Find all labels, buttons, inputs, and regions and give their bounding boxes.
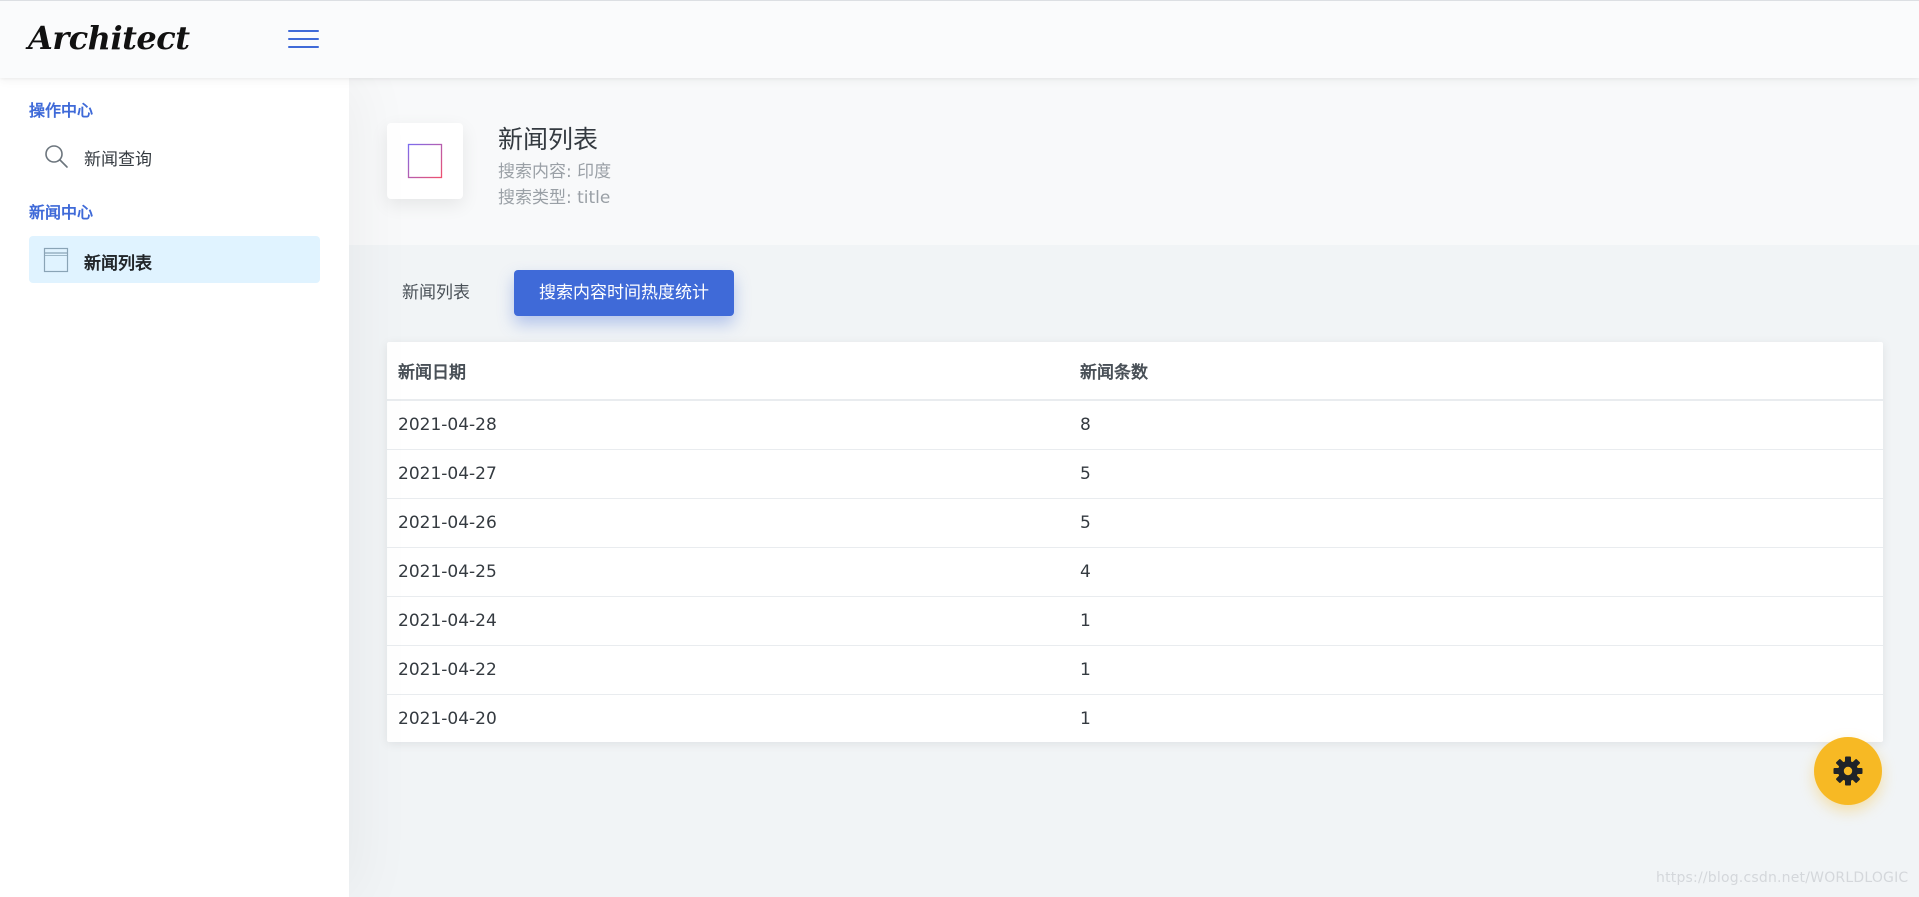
browser-window-icon <box>43 247 69 273</box>
sidebar-item-label: 新闻查询 <box>84 150 152 170</box>
watermark-text: https://blog.csdn.net/WORLDLOGIC <box>1656 870 1909 886</box>
sidebar-item-label: 新闻列表 <box>84 254 152 274</box>
hamburger-menu-icon[interactable] <box>288 29 319 51</box>
cell-date: 2021-04-20 <box>387 693 1069 742</box>
column-header-date: 新闻日期 <box>387 342 1069 401</box>
news-stats-card: 新闻日期 新闻条数 2021-04-28 8 2021-04-27 5 2021… <box>387 342 1883 742</box>
tab-search-heat-stats[interactable]: 搜索内容时间热度统计 <box>514 270 734 316</box>
cell-count: 5 <box>1069 497 1883 547</box>
cell-date: 2021-04-25 <box>387 546 1069 596</box>
page-title: 新闻列表 <box>498 125 599 154</box>
cell-date: 2021-04-26 <box>387 497 1069 547</box>
cell-count: 8 <box>1080 414 1091 435</box>
table-row: 2021-04-22 1 <box>387 644 1883 694</box>
cell-count: 1 <box>1069 595 1883 645</box>
app-logo[interactable]: Architect <box>28 19 190 57</box>
cell-date: 2021-04-28 <box>398 414 497 435</box>
cell-count: 1 <box>1069 693 1883 742</box>
gear-icon <box>1833 756 1863 786</box>
table-row: 2021-04-26 5 <box>387 497 1883 547</box>
page-title-area: 新闻列表 搜索内容: 印度 搜索类型: title <box>349 78 1919 245</box>
main-content: 新闻列表 搜索内容: 印度 搜索类型: title 新闻列表 搜索内容时间热度统… <box>349 78 1919 897</box>
table-header-row: 新闻日期 新闻条数 <box>387 342 1883 401</box>
app-header: Architect <box>0 0 1919 78</box>
cell-count: 1 <box>1069 644 1883 694</box>
table-row: 2021-04-28 8 <box>387 400 1883 449</box>
table-row: 2021-04-25 4 <box>387 546 1883 596</box>
page-subtitle-search-content: 搜索内容: 印度 <box>498 162 612 182</box>
sidebar-item-news-list[interactable]: 新闻列表 <box>29 236 320 283</box>
page-subtitle-search-type: 搜索类型: title <box>498 188 611 208</box>
theme-settings-button[interactable] <box>1814 737 1882 805</box>
table-row: 2021-04-27 5 <box>387 448 1883 498</box>
browser-window-icon <box>407 143 443 179</box>
table-row: 2021-04-20 1 <box>387 693 1883 742</box>
search-icon <box>43 143 69 169</box>
news-stats-table: 新闻日期 新闻条数 2021-04-28 8 2021-04-27 5 2021… <box>387 342 1883 742</box>
cell-date: 2021-04-22 <box>387 644 1069 694</box>
cell-date: 2021-04-24 <box>387 595 1069 645</box>
column-header-count: 新闻条数 <box>1069 342 1883 401</box>
cell-count: 5 <box>1069 448 1883 498</box>
page-title-icon-box <box>387 123 463 199</box>
sidebar: 操作中心 新闻查询 新闻中心 新闻列表 <box>0 78 349 897</box>
sidebar-item-news-search[interactable]: 新闻查询 <box>29 132 320 179</box>
cell-date: 2021-04-27 <box>387 448 1069 498</box>
table-row: 2021-04-24 1 <box>387 595 1883 645</box>
cell-count: 4 <box>1069 546 1883 596</box>
sidebar-heading-news-center: 新闻中心 <box>29 203 94 222</box>
sidebar-heading-operations: 操作中心 <box>29 101 94 120</box>
tab-news-list[interactable]: 新闻列表 <box>389 270 483 316</box>
